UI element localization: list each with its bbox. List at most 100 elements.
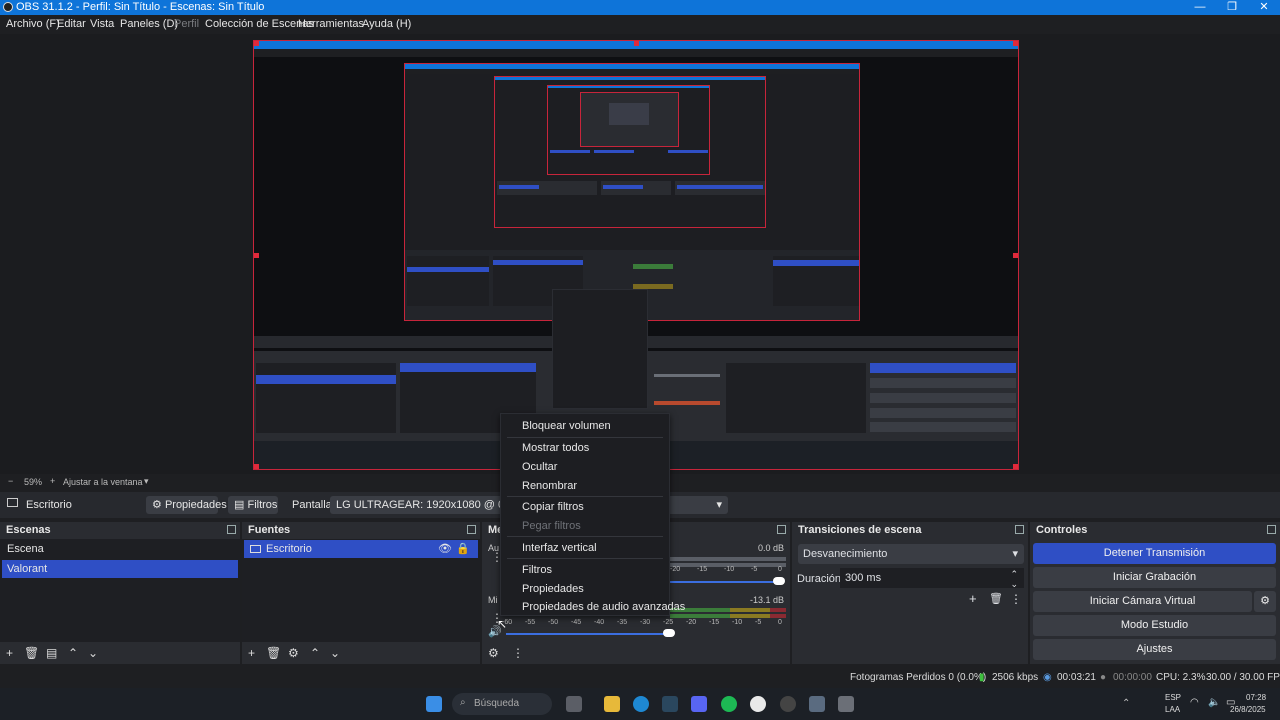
resize-handle[interactable]: [254, 41, 259, 46]
undock-icon[interactable]: [227, 525, 236, 534]
gear-icon[interactable]: ⚙: [288, 646, 299, 660]
edge-icon[interactable]: [633, 696, 649, 712]
discord-icon[interactable]: [691, 696, 707, 712]
widgets-icon[interactable]: [566, 696, 582, 712]
menu-perfil[interactable]: Perfil: [174, 18, 199, 30]
chevron-up-icon[interactable]: ⌃: [310, 646, 320, 660]
lock-icon[interactable]: 🔒: [456, 540, 470, 558]
start-recording-button[interactable]: Iniciar Grabación: [1033, 567, 1276, 588]
trash-icon[interactable]: 🗑: [266, 646, 281, 660]
chrome-icon[interactable]: [750, 696, 766, 712]
cpu-usage: CPU: 2.3%: [1156, 672, 1206, 683]
menu-item-rename[interactable]: Renombrar: [522, 480, 577, 492]
menu-item-copy-filters[interactable]: Copiar filtros: [522, 501, 584, 513]
volume-meter: [770, 608, 786, 612]
settings-app-icon[interactable]: [809, 696, 825, 712]
taskbar-search[interactable]: ⌕ Búsqueda: [452, 693, 552, 715]
volume-icon[interactable]: 🔈: [1208, 697, 1220, 708]
chevron-down-icon[interactable]: ▾: [144, 476, 149, 487]
stream-preview[interactable]: [253, 40, 1019, 470]
trash-icon[interactable]: 🗑: [24, 646, 39, 660]
chevron-up-icon[interactable]: ⌃: [68, 646, 78, 660]
wifi-icon[interactable]: ◠: [1190, 697, 1199, 708]
resize-handle[interactable]: [1013, 464, 1018, 469]
language-bottom[interactable]: LAA: [1165, 705, 1180, 714]
minimize-button[interactable]: —: [1184, 0, 1216, 15]
studio-mode-button[interactable]: Modo Estudio: [1033, 615, 1276, 636]
scene-item-escena[interactable]: Escena: [2, 540, 238, 558]
chevron-down-icon[interactable]: ⌄: [88, 646, 98, 660]
kebab-menu-icon[interactable]: ⋮: [512, 646, 524, 660]
spotify-icon[interactable]: [721, 696, 737, 712]
resize-handle[interactable]: [1013, 41, 1018, 46]
signal-icon: ▮: [979, 672, 985, 683]
menu-item-advanced-audio[interactable]: Propiedades de audio avanzadas: [522, 601, 685, 613]
filters-button[interactable]: ▤ Filtros: [228, 496, 278, 514]
scene-item-valorant[interactable]: Valorant: [2, 560, 238, 578]
undock-icon[interactable]: [1267, 525, 1276, 534]
volume-slider[interactable]: [506, 633, 666, 635]
menu-editar[interactable]: Editar: [57, 18, 86, 30]
source-item-label: Escritorio: [266, 543, 312, 555]
undock-icon[interactable]: [467, 525, 476, 534]
menu-archivo[interactable]: Archivo (F): [6, 18, 60, 30]
eye-icon[interactable]: 👁: [438, 540, 452, 558]
virtual-camera-settings-button[interactable]: ⚙: [1254, 591, 1276, 612]
obs-icon[interactable]: [780, 696, 796, 712]
close-button[interactable]: ✕: [1248, 0, 1280, 15]
volume-meter: [730, 614, 770, 618]
menu-item-vertical-layout[interactable]: Interfaz vertical: [522, 542, 597, 554]
controls-dock: Controles Detener Transmisión Iniciar Gr…: [1030, 522, 1280, 664]
zoom-in-button[interactable]: +: [50, 476, 55, 486]
undock-icon[interactable]: [777, 525, 786, 534]
resize-handle[interactable]: [254, 464, 259, 469]
fit-window-option[interactable]: Ajustar a la ventana: [63, 477, 143, 487]
app-icon[interactable]: [838, 696, 854, 712]
menu-ayuda[interactable]: Ayuda (H): [362, 18, 411, 30]
menu-item-hide[interactable]: Ocultar: [522, 461, 557, 473]
resize-handle[interactable]: [634, 41, 639, 46]
file-explorer-icon[interactable]: [604, 696, 620, 712]
trash-icon[interactable]: 🗑: [989, 592, 1003, 605]
menu-item-lock-volume[interactable]: Bloquear volumen: [522, 420, 611, 432]
undock-icon[interactable]: [1015, 525, 1024, 534]
menu-vista[interactable]: Vista: [90, 18, 114, 30]
start-virtual-camera-button[interactable]: Iniciar Cámara Virtual: [1033, 591, 1252, 612]
duration-input[interactable]: 300 ms ⌃ ⌄: [840, 568, 1024, 589]
meter-tick-label: -15: [697, 566, 708, 573]
language-top[interactable]: ESP: [1165, 693, 1181, 702]
menu-herramientas[interactable]: Herramientas: [298, 18, 364, 30]
stepper-down-icon[interactable]: ⌄: [1010, 574, 1018, 594]
source-item-escritorio[interactable]: Escritorio 👁 🔒: [244, 540, 478, 558]
chevron-down-icon[interactable]: ⌄: [330, 646, 340, 660]
source-name: Escritorio: [26, 499, 72, 511]
steam-icon[interactable]: [662, 696, 678, 712]
menu-paneles[interactable]: Paneles (D): [120, 18, 178, 30]
start-icon[interactable]: [426, 696, 442, 712]
add-icon[interactable]: +: [248, 646, 255, 660]
transition-select[interactable]: Desvanecimiento ▾: [798, 544, 1024, 564]
resize-handle[interactable]: [1013, 253, 1018, 258]
filters-icon[interactable]: ▤: [46, 646, 57, 660]
volume-slider-handle[interactable]: [663, 629, 675, 637]
mixer-settings-icon[interactable]: ⚙: [488, 646, 499, 660]
filters-label: Filtros: [247, 499, 278, 511]
add-icon[interactable]: +: [6, 646, 13, 660]
properties-button[interactable]: ⚙ Propiedades: [146, 496, 227, 514]
zoom-out-button[interactable]: −: [8, 476, 13, 486]
clock-date[interactable]: 26/8/2025: [1230, 705, 1266, 714]
add-icon[interactable]: +: [969, 591, 977, 606]
chevron-up-icon[interactable]: ⌃: [1122, 698, 1130, 709]
settings-button[interactable]: Ajustes: [1033, 639, 1276, 660]
menu-item-properties[interactable]: Propiedades: [522, 583, 584, 595]
clock-time[interactable]: 07:28: [1246, 693, 1266, 702]
resize-handle[interactable]: [254, 253, 259, 258]
volume-slider[interactable]: [670, 581, 780, 583]
volume-slider-handle[interactable]: [773, 577, 785, 585]
maximize-button[interactable]: ❐: [1216, 0, 1248, 15]
menu-item-show-all[interactable]: Mostrar todos: [522, 442, 589, 454]
stop-streaming-button[interactable]: Detener Transmisión: [1033, 543, 1276, 564]
monitor-icon: [7, 498, 18, 507]
menu-item-filters[interactable]: Filtros: [522, 564, 552, 576]
kebab-menu-icon[interactable]: ⋮: [1010, 592, 1022, 606]
